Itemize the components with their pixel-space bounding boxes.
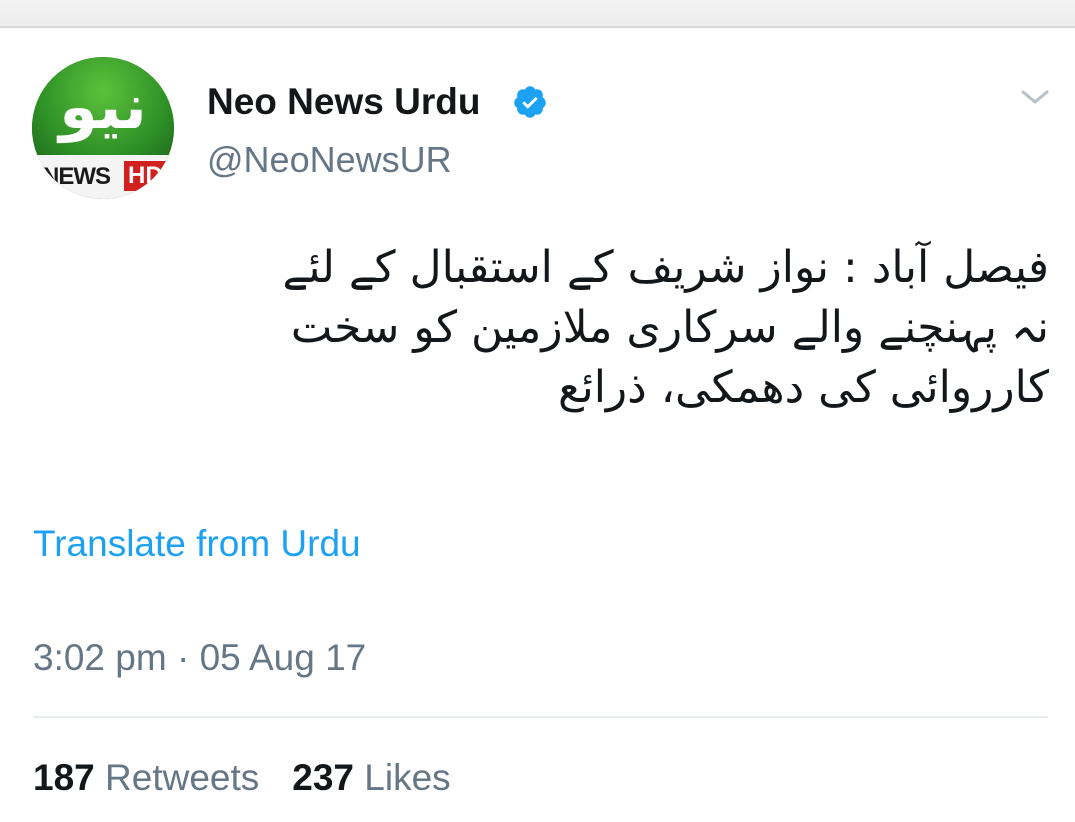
chevron-down-icon[interactable] bbox=[1017, 84, 1053, 110]
tweet-timestamp[interactable]: 3:02 pm · 05 Aug 17 bbox=[33, 634, 366, 682]
retweets-count: 187 bbox=[33, 757, 95, 798]
retweets-stat[interactable]: 187 Retweets bbox=[33, 754, 259, 802]
avatar[interactable]: نیو NEWS HD bbox=[32, 57, 174, 199]
avatar-logo-glyph: نیو bbox=[59, 70, 147, 143]
likes-count: 237 bbox=[292, 757, 354, 798]
tweet-text-line: نہ پہنچنے والے سرکاری ملازمین کو سخت bbox=[290, 302, 1049, 353]
top-shadow-divider bbox=[0, 0, 1075, 28]
tweet-text: فیصل آباد : نواز شریف کے استقبال کے لئے … bbox=[149, 238, 1049, 418]
tweet-text-line: کارروائی کی دھمکی، ذرائع bbox=[558, 362, 1049, 413]
likes-label: Likes bbox=[364, 757, 451, 798]
author-handle[interactable]: @NeoNewsUR bbox=[207, 138, 452, 182]
tweet-stats: 187 Retweets 237 Likes bbox=[33, 754, 451, 802]
tweet-detail-page: نیو NEWS HD Neo News Urdu @NeoNewsUR فیص… bbox=[0, 0, 1075, 822]
verified-badge-icon bbox=[514, 86, 546, 118]
translate-link[interactable]: Translate from Urdu bbox=[33, 520, 361, 568]
avatar-news-text: NEWS bbox=[42, 163, 111, 190]
retweets-label: Retweets bbox=[105, 757, 260, 798]
avatar-hd-text: HD bbox=[124, 161, 167, 191]
stats-divider bbox=[33, 716, 1048, 718]
author-display-name[interactable]: Neo News Urdu bbox=[207, 80, 480, 124]
tweet-text-line: فیصل آباد : نواز شریف کے استقبال کے لئے bbox=[282, 242, 1049, 293]
likes-stat[interactable]: 237 Likes bbox=[292, 754, 450, 802]
